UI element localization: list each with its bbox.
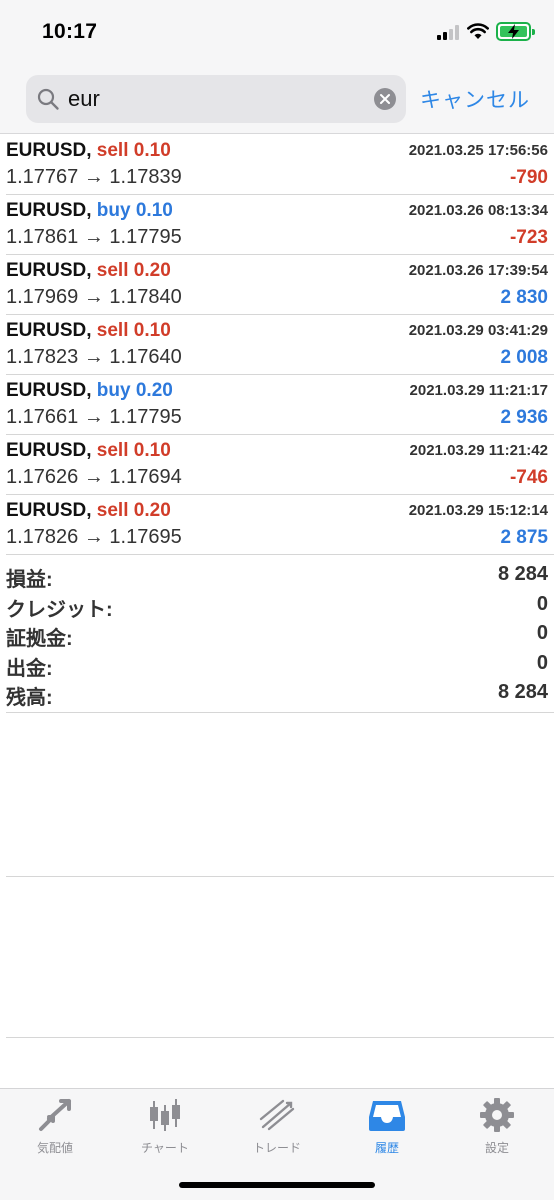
trade-history-list: EURUSD, sell 0.10 2021.03.25 17:56:56 1.… [0, 135, 554, 555]
summary-value: 8 284 [497, 563, 548, 585]
trade-prices: 1.17661 → 1.17795 [6, 406, 182, 428]
trade-profit: -746 [509, 467, 548, 488]
trade-prices: 1.17969 → 1.17840 [6, 286, 182, 308]
trade-datetime: 2021.03.25 17:56:56 [408, 142, 548, 159]
trade-symbol: EURUSD, sell 0.10 [6, 140, 171, 161]
tab-settings[interactable]: 設定 [442, 1097, 552, 1157]
summary-label: 損益: [6, 569, 53, 591]
trade-side: sell [96, 500, 129, 521]
trade-volume: 0.10 [133, 140, 171, 161]
candlestick-chart-icon [150, 1099, 180, 1131]
quotes-arrows-icon [39, 1099, 71, 1131]
trade-volume: 0.20 [133, 260, 171, 281]
trade-datetime: 2021.03.26 17:39:54 [408, 262, 548, 279]
trade-datetime: 2021.03.29 03:41:29 [408, 322, 548, 339]
trade-symbol: EURUSD, buy 0.20 [6, 380, 173, 401]
trade-side: sell [96, 260, 129, 281]
trade-prices: 1.17823 → 1.17640 [6, 346, 182, 368]
battery-charging-icon [496, 22, 535, 41]
status-bar: 10:17 [0, 0, 554, 62]
trade-lines-icon [259, 1099, 295, 1131]
trade-row[interactable]: EURUSD, sell 0.20 2021.03.26 17:39:54 1.… [6, 255, 554, 315]
search-box[interactable] [26, 75, 406, 123]
trade-side: buy [96, 200, 131, 221]
trade-side: sell [96, 140, 129, 161]
trade-profit: 2 936 [500, 407, 548, 428]
trade-prices: 1.17767 → 1.17839 [6, 166, 182, 188]
trade-volume: 0.20 [133, 500, 171, 521]
tab-label: 気配値 [36, 1141, 73, 1155]
tab-label: 設定 [484, 1141, 509, 1155]
trade-symbol: EURUSD, buy 0.10 [6, 200, 173, 221]
summary-row-margin: 証拠金: 0 [6, 619, 554, 650]
trade-symbol: EURUSD, sell 0.10 [6, 320, 171, 341]
tab-trade[interactable]: トレード [222, 1097, 332, 1157]
summary-row-withdrawal: 出金: 0 [6, 649, 554, 680]
trade-row[interactable]: EURUSD, buy 0.20 2021.03.29 11:21:17 1.1… [6, 375, 554, 435]
search-header: キャンセル [0, 62, 554, 134]
trade-datetime: 2021.03.29 15:12:14 [408, 502, 548, 519]
divider [6, 1037, 554, 1038]
tab-label: チャート [141, 1141, 189, 1155]
cancel-button[interactable]: キャンセル [420, 84, 530, 114]
tab-label: 履歴 [374, 1141, 399, 1155]
gear-icon [480, 1098, 514, 1132]
status-time: 10:17 [42, 20, 98, 43]
summary-value: 0 [536, 651, 548, 674]
clear-search-icon[interactable] [374, 88, 396, 110]
history-inbox-icon [369, 1101, 405, 1131]
trade-symbol: EURUSD, sell 0.20 [6, 500, 171, 521]
summary-value: 0 [536, 622, 548, 644]
trade-volume: 0.10 [133, 320, 171, 341]
trade-row[interactable]: EURUSD, sell 0.10 2021.03.29 11:21:42 1.… [6, 435, 554, 495]
tab-label: トレード [252, 1141, 301, 1155]
search-input[interactable] [68, 83, 358, 115]
summary-label: 出金: [6, 657, 53, 680]
trade-profit: -723 [509, 227, 548, 248]
trade-row[interactable]: EURUSD, buy 0.10 2021.03.26 08:13:34 1.1… [6, 195, 554, 255]
trade-profit: 2 830 [500, 287, 548, 308]
trade-row[interactable]: EURUSD, sell 0.20 2021.03.29 15:12:14 1.… [6, 495, 554, 555]
summary-row-credit: クレジット: 0 [6, 590, 554, 621]
trade-symbol: EURUSD, sell 0.10 [6, 440, 171, 461]
trade-prices: 1.17861 → 1.17795 [6, 226, 182, 248]
trade-volume: 0.10 [135, 200, 173, 221]
home-indicator[interactable] [179, 1182, 375, 1188]
tab-quotes[interactable]: 気配値 [0, 1097, 110, 1157]
summary-row-profit: 損益: 8 284 [6, 560, 554, 591]
trade-side: sell [96, 320, 129, 341]
divider [6, 876, 554, 877]
tab-chart[interactable]: チャート [110, 1097, 220, 1157]
trade-prices: 1.17626 → 1.17694 [6, 466, 182, 488]
trade-profit: -790 [509, 167, 548, 188]
history-summary: 損益: 8 284 クレジット: 0 証拠金: 0 出金: 0 残高: 8 28… [6, 560, 554, 713]
wifi-icon [467, 23, 489, 39]
summary-label: 残高: [6, 687, 53, 709]
search-icon [37, 88, 59, 110]
summary-value: 0 [536, 592, 548, 615]
trade-volume: 0.20 [135, 380, 173, 401]
trade-symbol: EURUSD, sell 0.20 [6, 260, 171, 281]
trade-row[interactable]: EURUSD, sell 0.10 2021.03.25 17:56:56 1.… [6, 135, 554, 195]
summary-label: 証拠金: [6, 628, 73, 650]
summary-value: 8 284 [497, 681, 548, 703]
trade-datetime: 2021.03.29 11:21:42 [409, 442, 548, 459]
trade-datetime: 2021.03.29 11:21:17 [409, 382, 548, 399]
trade-row[interactable]: EURUSD, sell 0.10 2021.03.29 03:41:29 1.… [6, 315, 554, 375]
summary-row-balance: 残高: 8 284 [6, 678, 554, 709]
trade-prices: 1.17826 → 1.17695 [6, 526, 182, 548]
trade-side: buy [96, 380, 131, 401]
cellular-signal-icon [437, 24, 461, 40]
tab-history[interactable]: 履歴 [332, 1097, 442, 1157]
summary-label: クレジット: [6, 598, 113, 621]
trade-profit: 2 008 [500, 347, 548, 368]
trade-volume: 0.10 [133, 440, 171, 461]
trade-side: sell [96, 440, 129, 461]
trade-profit: 2 875 [500, 527, 548, 548]
trade-datetime: 2021.03.26 08:13:34 [408, 202, 548, 219]
